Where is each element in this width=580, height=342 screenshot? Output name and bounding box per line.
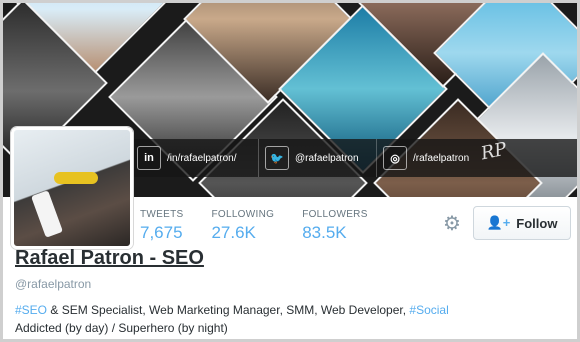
avatar-phone: [31, 190, 63, 238]
gear-icon[interactable]: ⚙: [441, 213, 463, 235]
stat-label: FOLLOWERS: [302, 209, 368, 220]
linkedin-link[interactable]: in /in/rafaelpatron/: [131, 139, 259, 177]
stat-following[interactable]: FOLLOWING 27.6K: [211, 209, 274, 243]
profile-card: in /in/rafaelpatron/ 🐦 @rafaelpatron ◎ /…: [0, 0, 580, 342]
instagram-label: /rafaelpatron: [413, 152, 470, 164]
avatar[interactable]: [11, 127, 133, 249]
stat-label: TWEETS: [140, 209, 184, 220]
follow-button[interactable]: 👤+ Follow: [473, 206, 571, 240]
twitter-label: @rafaelpatron: [295, 152, 359, 164]
profile-name[interactable]: Rafael Patron - SEO: [15, 247, 204, 270]
profile-handle: @rafaelpatron: [15, 277, 92, 291]
stat-value: 27.6K: [211, 223, 256, 242]
profile-bio: #SEO & SEM Specialist, Web Marketing Man…: [15, 301, 565, 337]
add-user-icon: 👤+: [486, 215, 511, 230]
instagram-link[interactable]: ◎ /rafaelpatron: [377, 139, 485, 177]
stat-label: FOLLOWING: [211, 209, 275, 220]
bio-line: #SEO & SEM Specialist, Web Marketing Man…: [15, 301, 565, 319]
avatar-sunglasses: [54, 172, 98, 184]
follow-label: Follow: [516, 215, 558, 231]
bio-text: & SEM Specialist, Web Marketing Manager,…: [47, 303, 410, 317]
stat-value: 7,675: [140, 223, 183, 242]
social-links-bar: in /in/rafaelpatron/ 🐦 @rafaelpatron ◎ /…: [131, 139, 577, 177]
bio-line: Addicted (by day) / Superhero (by night): [15, 321, 228, 335]
hashtag-link[interactable]: #SEO: [15, 303, 47, 317]
twitter-icon: 🐦: [265, 146, 289, 170]
stat-tweets[interactable]: TWEETS 7,675: [140, 209, 183, 243]
twitter-link[interactable]: 🐦 @rafaelpatron: [259, 139, 377, 177]
hashtag-link[interactable]: #Social: [409, 303, 448, 317]
stat-followers[interactable]: FOLLOWERS 83.5K: [302, 209, 368, 243]
linkedin-icon: in: [137, 146, 161, 170]
linkedin-label: /in/rafaelpatron/: [167, 152, 237, 164]
profile-stats: TWEETS 7,675 FOLLOWING 27.6K FOLLOWERS 8…: [140, 209, 396, 243]
stat-value: 83.5K: [302, 223, 347, 242]
instagram-icon: ◎: [383, 146, 407, 170]
